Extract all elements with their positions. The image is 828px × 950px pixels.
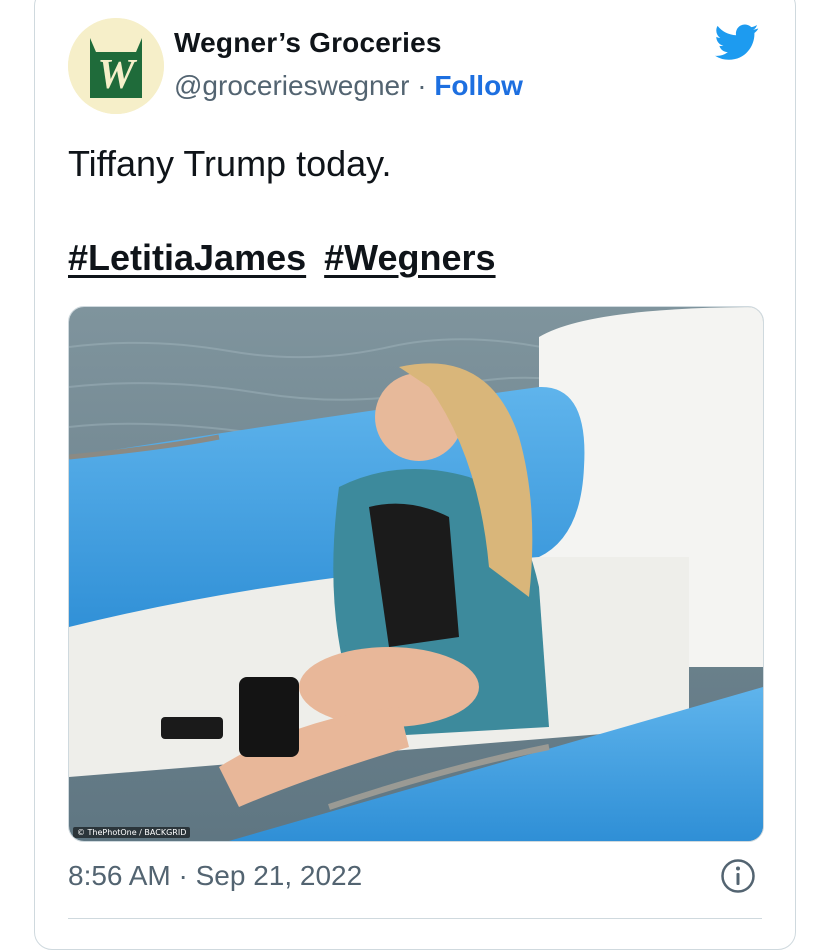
twitter-bird-icon[interactable] [712, 20, 762, 64]
wegners-logo: W [68, 18, 164, 114]
footer-divider [68, 918, 762, 919]
hashtag-wegners[interactable]: #Wegners [324, 237, 495, 278]
account-handle[interactable]: @grocerieswegner [174, 70, 409, 101]
tweet-timestamp[interactable]: 8:56 AM · Sep 21, 2022 [68, 860, 362, 892]
boat-photo [69, 307, 763, 841]
hashtag-row: #LetitiaJames #Wegners [68, 234, 504, 282]
photo-watermark: © ThePhotOne / BACKGRID [73, 827, 191, 838]
avatar[interactable]: W [68, 18, 164, 114]
info-icon[interactable] [720, 858, 756, 894]
account-name[interactable]: Wegner’s Groceries [174, 27, 442, 59]
follow-button[interactable]: Follow [434, 70, 523, 101]
handle-line: @grocerieswegner · Follow [174, 70, 523, 102]
tweet-photo[interactable]: © ThePhotOne / BACKGRID [68, 306, 764, 842]
svg-text:W: W [97, 52, 137, 98]
hashtag-letitiajames[interactable]: #LetitiaJames [68, 237, 306, 278]
separator-dot: · [409, 70, 435, 101]
tweet-text: Tiffany Trump today. [68, 143, 392, 184]
